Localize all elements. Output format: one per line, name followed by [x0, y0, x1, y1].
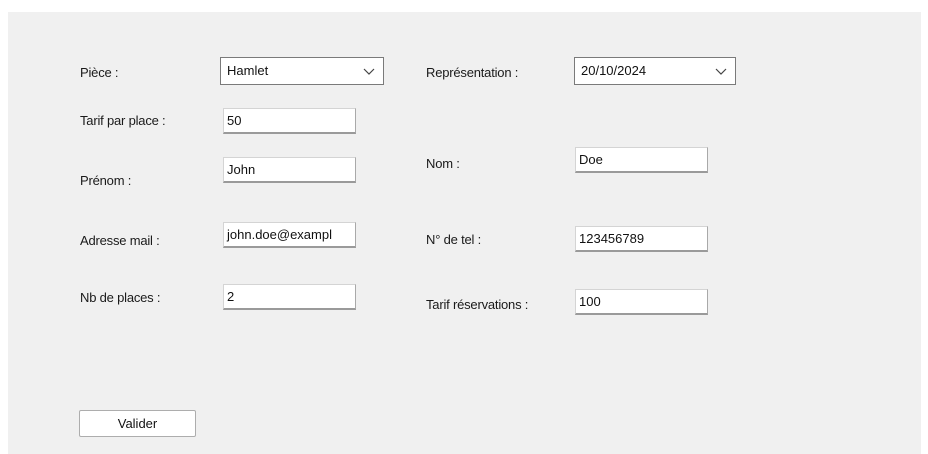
piece-dropdown[interactable]: Hamlet	[220, 57, 384, 85]
representation-label: Représentation :	[426, 65, 519, 80]
chevron-down-icon	[715, 68, 727, 75]
email-field[interactable]: john.doe@exampl	[223, 222, 356, 248]
chevron-down-icon	[363, 68, 375, 75]
prenom-field[interactable]: John	[223, 157, 356, 183]
tel-field[interactable]: 123456789	[575, 226, 708, 252]
representation-dropdown[interactable]: 20/10/2024	[574, 57, 736, 85]
piece-label: Pièce :	[80, 65, 119, 80]
email-label: Adresse mail :	[80, 233, 160, 248]
representation-dropdown-value: 20/10/2024	[581, 63, 647, 78]
nb-places-label: Nb de places :	[80, 290, 161, 305]
valider-button[interactable]: Valider	[79, 410, 196, 437]
piece-dropdown-value: Hamlet	[227, 63, 269, 78]
prenom-label: Prénom :	[80, 173, 132, 188]
tarif-place-label: Tarif par place :	[80, 113, 166, 128]
nom-label: Nom :	[426, 156, 460, 171]
tarif-reservations-field[interactable]: 100	[575, 289, 708, 315]
tarif-place-field[interactable]: 50	[223, 108, 356, 134]
nb-places-field[interactable]: 2	[223, 284, 356, 310]
tel-label: N° de tel :	[426, 232, 482, 247]
nom-field[interactable]: Doe	[575, 147, 708, 173]
tarif-reservations-label: Tarif réservations :	[426, 297, 529, 312]
